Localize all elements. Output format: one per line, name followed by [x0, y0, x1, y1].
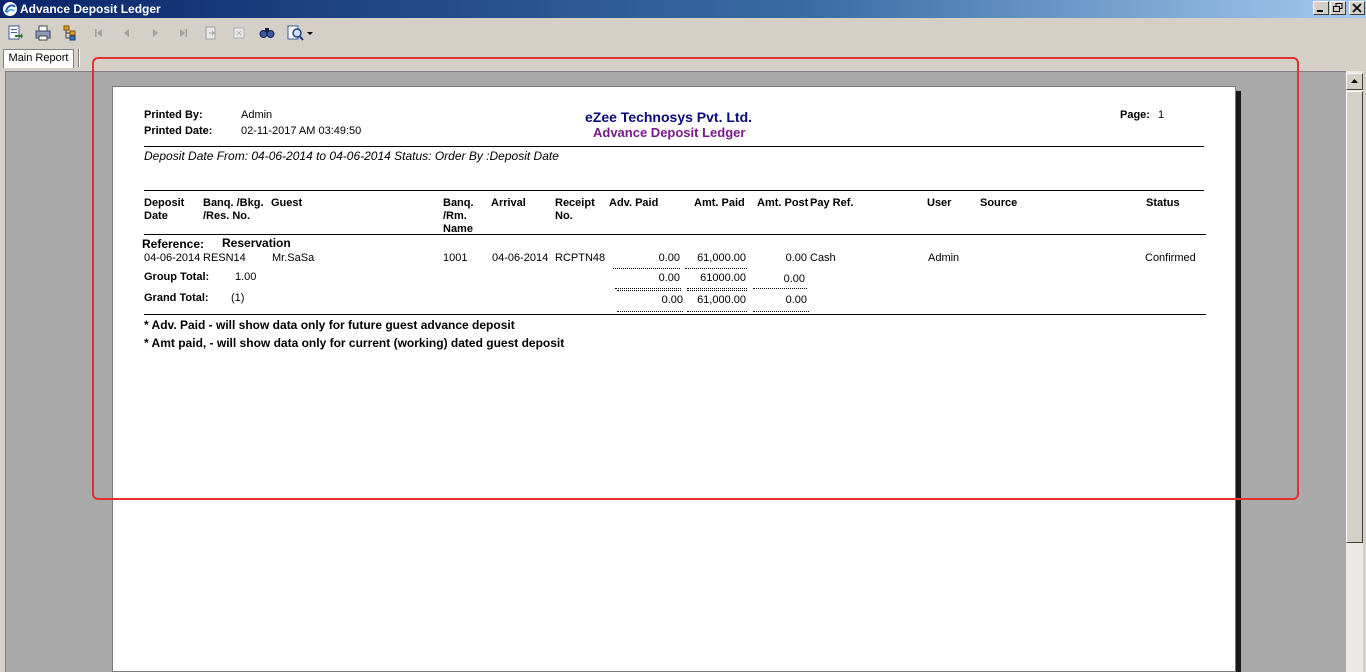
tab-main-report[interactable]: Main Report [3, 49, 74, 68]
close-button[interactable] [1349, 1, 1365, 15]
col-receipt: Receipt No. [555, 197, 595, 222]
cell-user: Admin [928, 252, 960, 264]
toolbar [0, 18, 1366, 46]
col-amt-post: Amt. Post [757, 197, 809, 209]
col-pay-ref: Pay Ref. [810, 197, 854, 209]
grand-total-count: (1) [231, 292, 245, 304]
divider [144, 190, 1204, 191]
dotted-rule [753, 311, 809, 312]
next-page-icon[interactable] [146, 24, 164, 42]
title-bar: Advance Deposit Ledger [0, 0, 1366, 18]
stop-icon[interactable] [230, 24, 248, 42]
divider [144, 314, 1206, 315]
export-icon[interactable] [6, 24, 24, 42]
cell-pay-ref: Cash [810, 252, 836, 264]
printed-by-label: Printed By: [144, 109, 203, 121]
printed-date-label: Printed Date: [144, 125, 213, 137]
col-deposit-date: Deposit Date [144, 197, 185, 222]
divider [144, 146, 1204, 147]
company-name: eZee Technosys Pvt. Ltd. [585, 109, 753, 125]
goto-page-icon[interactable] [202, 24, 220, 42]
chevron-down-icon[interactable] [305, 24, 315, 42]
reference-label: Reference: [142, 237, 205, 251]
tab-strip: Main Report [0, 46, 1366, 70]
cell-guest: Mr.SaSa [272, 252, 315, 264]
grand-total-label: Grand Total: [144, 292, 209, 304]
cell-room: 1001 [443, 252, 468, 264]
group-tree-icon[interactable] [62, 24, 80, 42]
divider [144, 234, 1206, 235]
group-total-label: Group Total: [144, 271, 210, 283]
first-page-icon[interactable] [90, 24, 108, 42]
cell-status: Confirmed [1145, 252, 1196, 264]
scroll-thumb[interactable] [1346, 91, 1363, 543]
dotted-rule [617, 311, 683, 312]
group-total-count: 1.00 [235, 271, 257, 283]
dotted-rule [687, 288, 747, 289]
group-total-post: 0.00 [783, 273, 805, 285]
cell-adv-paid: 0.00 [658, 252, 680, 264]
cell-amt-paid: 61,000.00 [697, 252, 746, 264]
group-total-amt: 61000.00 [700, 272, 746, 284]
col-user: User [927, 197, 952, 209]
col-status: Status [1146, 197, 1180, 209]
printed-by-value: Admin [241, 109, 273, 121]
col-banq-bkg: Banq. /Bkg./Res. No. [203, 197, 264, 222]
page-label: Page: [1120, 109, 1150, 121]
col-source: Source [980, 197, 1018, 209]
chevron-up-icon [1351, 79, 1358, 83]
note-amt-paid: * Amt paid, - will show data only for cu… [144, 336, 565, 350]
grand-total-post: 0.00 [785, 294, 807, 306]
dotted-rule [753, 288, 807, 289]
page-number: 1 [1158, 109, 1165, 121]
dotted-rule [615, 288, 681, 289]
col-banq-rm: Banq./Rm. Name [443, 197, 474, 235]
dotted-rule [687, 290, 747, 291]
dotted-rule [613, 268, 680, 269]
col-adv-paid: Adv. Paid [609, 197, 659, 209]
grand-total-amt: 61,000.00 [697, 294, 746, 306]
cell-receipt: RCPTN48 [555, 252, 606, 264]
note-adv-paid: * Adv. Paid - will show data only for fu… [144, 318, 515, 332]
report-title: Advance Deposit Ledger [593, 125, 746, 140]
last-page-icon[interactable] [174, 24, 192, 42]
restore-button[interactable] [1330, 1, 1346, 15]
group-total-adv: 0.00 [658, 272, 680, 284]
col-guest: Guest [271, 197, 303, 209]
vertical-scrollbar[interactable] [1346, 71, 1363, 672]
printed-date-value: 02-11-2017 AM 03:49:50 [241, 125, 362, 137]
cell-amt-post: 0.00 [785, 252, 807, 264]
minimize-button[interactable] [1313, 1, 1329, 15]
cell-deposit-date: 04-06-2014 [144, 252, 201, 264]
print-icon[interactable] [34, 24, 52, 42]
report-page: Printed By: Admin Printed Date: 02-11-20… [112, 86, 1236, 672]
dotted-rule [685, 268, 747, 269]
reference-value: Reservation [222, 236, 291, 250]
window-title: Advance Deposit Ledger [20, 2, 161, 16]
tab-separator [78, 49, 80, 67]
col-amt-paid: Amt. Paid [694, 197, 745, 209]
dotted-rule [687, 311, 747, 312]
col-arrival: Arrival [491, 197, 526, 209]
cell-res-no: RESN14 [203, 252, 246, 264]
filter-text: Deposit Date From: 04-06-2014 to 04-06-2… [144, 149, 559, 163]
grand-total-adv: 0.00 [661, 294, 683, 306]
scroll-up-button[interactable] [1346, 73, 1363, 90]
app-icon [2, 1, 18, 17]
dotted-rule [617, 290, 681, 291]
previous-page-icon[interactable] [118, 24, 136, 42]
zoom-icon[interactable] [286, 24, 304, 42]
search-icon[interactable] [258, 24, 276, 42]
cell-arrival: 04-06-2014 [492, 252, 549, 264]
